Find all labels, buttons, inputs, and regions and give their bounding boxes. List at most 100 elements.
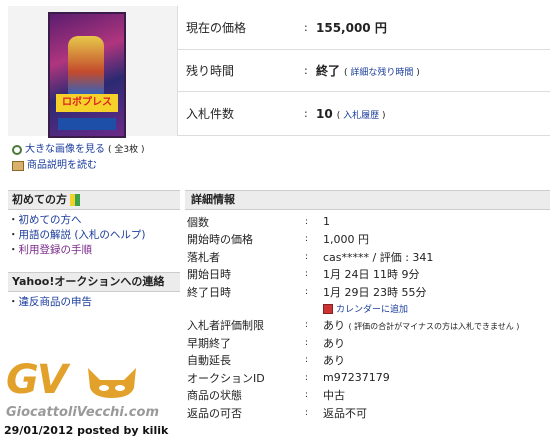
separator: :: [305, 269, 309, 280]
box-base: [58, 118, 116, 130]
separator: :: [305, 407, 309, 418]
contact-list: ・違反商品の申告: [8, 295, 92, 310]
detail-value: 1月 29日 23時 55分: [323, 285, 427, 299]
detail-row: オークションID : m97237179: [185, 369, 550, 387]
product-image[interactable]: ロボプレス: [48, 12, 126, 138]
detail-row: 落札者 : cas***** / 評価 : 341: [185, 248, 550, 266]
detail-value: 1月 24日 11時 9分: [323, 268, 420, 282]
winner-value: cas***** / 評価 : 341: [323, 250, 434, 264]
separator: :: [305, 372, 309, 383]
beginners-header: 初めての方: [8, 190, 180, 210]
detail-row: 開始時の価格 : 1,000 円: [185, 231, 550, 249]
read-description-link[interactable]: 商品説明を読む: [27, 158, 97, 174]
beginners-list: ・初めての方へ ・用語の解説 (入札のヘルプ) ・利用登録の手順: [8, 213, 146, 258]
report-violation-link[interactable]: 違反商品の申告: [19, 296, 93, 308]
detail-value: あり: [323, 336, 345, 350]
list-item: ・違反商品の申告: [8, 296, 93, 308]
detail-label: 返品の可否: [187, 406, 242, 420]
box-title: ロボプレス: [56, 94, 118, 112]
beginners-title: 初めての方: [12, 193, 67, 206]
calendar-icon: [323, 304, 333, 314]
detail-row: 入札者評価制限 : あり ( 評価の合計がマイナスの方は入札できません ): [185, 317, 550, 335]
separator: :: [305, 286, 309, 297]
detail-value: あり ( 評価の合計がマイナスの方は入札できません ): [323, 317, 519, 333]
separator: :: [305, 251, 309, 262]
time-left-status: 終了: [316, 64, 341, 78]
watermark-site: GiocattoliVecchi.com: [6, 405, 159, 420]
detail-value: 1,000 円: [323, 233, 369, 247]
large-image-link[interactable]: 大きな画像を見る: [25, 142, 105, 158]
beginner-mark-icon: [70, 194, 80, 206]
posted-by-caption: 29/01/2012 posted by kilik: [4, 424, 169, 437]
separator: :: [304, 21, 308, 34]
separator: :: [305, 234, 309, 245]
detail-label: オークションID: [187, 371, 265, 385]
contact-title: Yahoo!オークションへの連絡: [12, 275, 165, 288]
detail-label: 入札者評価制限: [187, 319, 264, 333]
details-header: 詳細情報: [185, 190, 550, 210]
details-table: 個数 : 1 開始時の価格 : 1,000 円 落札者 : cas***** /…: [185, 213, 550, 422]
detail-row: 個数 : 1: [185, 213, 550, 231]
add-to-calendar-link[interactable]: カレンダーに追加: [336, 305, 408, 315]
current-price-label: 現在の価格: [186, 21, 247, 35]
book-icon: [12, 161, 24, 171]
detail-row: 開始日時 : 1月 24日 11時 9分: [185, 266, 550, 284]
bids-count: 10: [316, 106, 333, 121]
current-price-row: 現在の価格 : 155,000 円: [178, 6, 550, 50]
detail-label: 開始日時: [187, 268, 231, 282]
detail-label: 終了日時: [187, 285, 231, 299]
separator: :: [305, 216, 309, 227]
glossary-link[interactable]: 用語の解説 (入札のヘルプ): [19, 229, 146, 241]
detail-label: 個数: [187, 215, 209, 229]
large-image-row: 大きな画像を見る ( 全3枚 ): [12, 142, 144, 158]
list-item: ・利用登録の手順: [8, 244, 93, 256]
list-item: ・初めての方へ: [8, 214, 82, 226]
beginners-link[interactable]: 初めての方へ: [19, 214, 82, 226]
calendar-row: カレンダーに追加: [185, 301, 550, 317]
detail-row: 返品の可否 : 返品不可: [185, 404, 550, 422]
separator: :: [304, 64, 308, 77]
detail-row: 終了日時 : 1月 29日 23時 55分: [185, 283, 550, 301]
detail-label: 落札者: [187, 250, 220, 264]
detail-label: 開始時の価格: [187, 233, 253, 247]
bids-value: 10( 入札履歴 ): [316, 106, 386, 121]
auction-id-value: m97237179: [323, 371, 390, 385]
separator: :: [305, 355, 309, 366]
summary-table: 現在の価格 : 155,000 円 残り時間 : 終了( 詳細な残り時間 ) 入…: [178, 6, 550, 136]
time-left-row: 残り時間 : 終了( 詳細な残り時間 ): [178, 50, 550, 92]
separator: :: [305, 337, 309, 348]
time-left-value: 終了( 詳細な残り時間 ): [316, 64, 420, 78]
bear-logo-icon: [88, 368, 136, 398]
detail-row: 早期終了 : あり: [185, 334, 550, 352]
detail-label: 早期終了: [187, 336, 231, 350]
detail-value: 1: [323, 215, 330, 229]
detail-value: あり: [323, 354, 345, 368]
robot-figure: [68, 36, 104, 96]
restriction-note: ( 評価の合計がマイナスの方は入札できません ): [348, 322, 520, 332]
separator: :: [305, 390, 309, 401]
bids-row: 入札件数 : 10( 入札履歴 ): [178, 92, 550, 136]
bid-history-link[interactable]: 入札履歴: [343, 111, 379, 121]
separator: :: [305, 320, 309, 331]
time-left-label: 残り時間: [186, 64, 235, 78]
detail-value: 返品不可: [323, 406, 367, 420]
bids-label: 入札件数: [186, 107, 235, 121]
product-photo-area: ロボプレス: [8, 6, 178, 138]
contact-header: Yahoo!オークションへの連絡: [8, 272, 180, 292]
detail-row: 自動延長 : あり: [185, 352, 550, 370]
description-row: 商品説明を読む: [12, 158, 144, 174]
current-price-value: 155,000 円: [316, 21, 387, 35]
list-item: ・用語の解説 (入札のヘルプ): [8, 229, 146, 241]
registration-link[interactable]: 利用登録の手順: [19, 244, 93, 256]
detail-value: 中古: [323, 389, 345, 403]
watermark-logo: GV: [6, 357, 68, 403]
image-links: 大きな画像を見る ( 全3枚 ) 商品説明を読む: [12, 142, 144, 174]
detail-label: 自動延長: [187, 354, 231, 368]
detail-label: 商品の状態: [187, 389, 242, 403]
image-count: ( 全3枚 ): [108, 145, 145, 155]
bidder-restriction-value: あり: [323, 319, 345, 333]
time-left-detail-link[interactable]: 詳細な残り時間: [350, 68, 413, 78]
separator: :: [304, 107, 308, 120]
detail-row: 商品の状態 : 中古: [185, 387, 550, 405]
magnifier-icon: [12, 145, 22, 155]
